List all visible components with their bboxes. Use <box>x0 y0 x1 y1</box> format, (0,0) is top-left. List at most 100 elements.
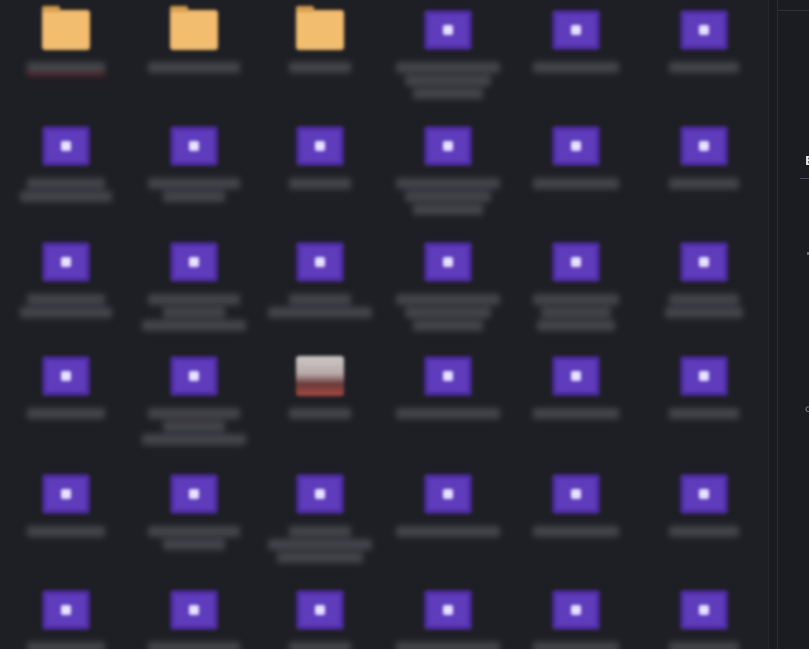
filename-line <box>148 62 240 73</box>
media-file-icon <box>552 590 600 630</box>
file-grid[interactable] <box>0 0 768 649</box>
file-item[interactable] <box>640 590 768 649</box>
filename-line <box>669 62 739 73</box>
file-item[interactable] <box>512 474 640 539</box>
file-item[interactable] <box>130 242 258 333</box>
filename-line <box>413 204 483 215</box>
filename-line <box>533 178 619 189</box>
file-item[interactable] <box>130 356 258 447</box>
filename-line <box>268 307 372 318</box>
file-item[interactable] <box>2 126 130 204</box>
file-item[interactable] <box>512 590 640 649</box>
file-item[interactable] <box>640 10 768 75</box>
media-file-icon <box>42 474 90 514</box>
filename-line <box>533 526 619 537</box>
item-filename <box>132 60 256 75</box>
folder-item[interactable] <box>256 6 384 75</box>
media-file-icon <box>552 474 600 514</box>
file-item[interactable] <box>2 242 130 320</box>
file-item[interactable] <box>256 590 384 649</box>
media-file-icon <box>680 474 728 514</box>
media-file-icon <box>552 242 600 282</box>
item-filename <box>642 176 766 191</box>
file-item[interactable] <box>512 356 640 421</box>
details-side-panel: B c <box>777 0 809 649</box>
file-item[interactable] <box>384 356 512 421</box>
file-item[interactable] <box>512 242 640 333</box>
filename-line <box>289 62 351 73</box>
media-file-icon <box>170 356 218 396</box>
file-item[interactable] <box>130 590 258 649</box>
filename-line <box>289 294 351 305</box>
media-file-icon <box>296 126 344 166</box>
file-item[interactable] <box>640 242 768 320</box>
filename-line <box>396 62 500 73</box>
file-item[interactable] <box>512 10 640 75</box>
filename-line <box>289 642 351 649</box>
file-item[interactable] <box>384 126 512 217</box>
filename-line <box>148 642 240 649</box>
item-filename <box>258 60 382 75</box>
filename-line <box>396 178 500 189</box>
item-filename <box>642 640 766 649</box>
media-file-icon <box>296 590 344 630</box>
item-filename <box>4 292 128 320</box>
filename-line <box>142 320 246 331</box>
media-file-icon <box>552 356 600 396</box>
media-file-icon <box>296 242 344 282</box>
folder-item[interactable] <box>2 6 130 75</box>
file-item[interactable] <box>256 126 384 191</box>
media-file-icon <box>680 356 728 396</box>
filename-line <box>396 526 500 537</box>
media-file-icon <box>424 590 472 630</box>
media-file-icon <box>424 242 472 282</box>
item-filename <box>514 60 638 75</box>
file-item[interactable] <box>130 126 258 204</box>
filename-line <box>20 191 112 202</box>
file-item[interactable] <box>2 474 130 539</box>
file-item[interactable] <box>384 474 512 539</box>
media-file-icon <box>170 474 218 514</box>
filename-line <box>396 294 500 305</box>
folder-item[interactable] <box>130 6 258 75</box>
file-item[interactable] <box>384 10 512 101</box>
item-filename <box>642 406 766 421</box>
file-item[interactable] <box>384 242 512 333</box>
filename-line <box>268 539 372 550</box>
filename-line <box>669 294 739 305</box>
item-filename <box>132 406 256 447</box>
filename-line <box>27 408 105 419</box>
filename-line <box>163 307 225 318</box>
file-item[interactable] <box>256 242 384 320</box>
filename-line <box>289 178 351 189</box>
file-item[interactable] <box>640 474 768 539</box>
item-filename <box>4 524 128 539</box>
file-item[interactable] <box>512 126 640 191</box>
file-item[interactable] <box>384 590 512 649</box>
file-item[interactable] <box>640 126 768 191</box>
file-item[interactable] <box>2 356 130 421</box>
filename-line <box>413 88 483 99</box>
filename-line <box>533 294 619 305</box>
file-item[interactable] <box>256 356 384 421</box>
file-item[interactable] <box>640 356 768 421</box>
item-filename <box>386 60 510 101</box>
filename-line <box>533 642 619 649</box>
item-filename <box>258 176 382 191</box>
filename-line <box>669 526 739 537</box>
filename-line <box>396 642 500 649</box>
media-file-icon <box>680 242 728 282</box>
file-item[interactable] <box>256 474 384 565</box>
item-filename <box>132 176 256 204</box>
filename-line <box>533 408 619 419</box>
item-filename <box>386 406 510 421</box>
folder-icon <box>170 6 218 50</box>
media-file-icon <box>42 242 90 282</box>
item-filename <box>4 640 128 649</box>
file-item[interactable] <box>2 590 130 649</box>
filename-line <box>148 526 240 537</box>
vertical-scrollbar[interactable] <box>768 0 777 649</box>
folder-icon <box>296 6 344 50</box>
panel-divider <box>778 10 809 11</box>
file-item[interactable] <box>130 474 258 552</box>
